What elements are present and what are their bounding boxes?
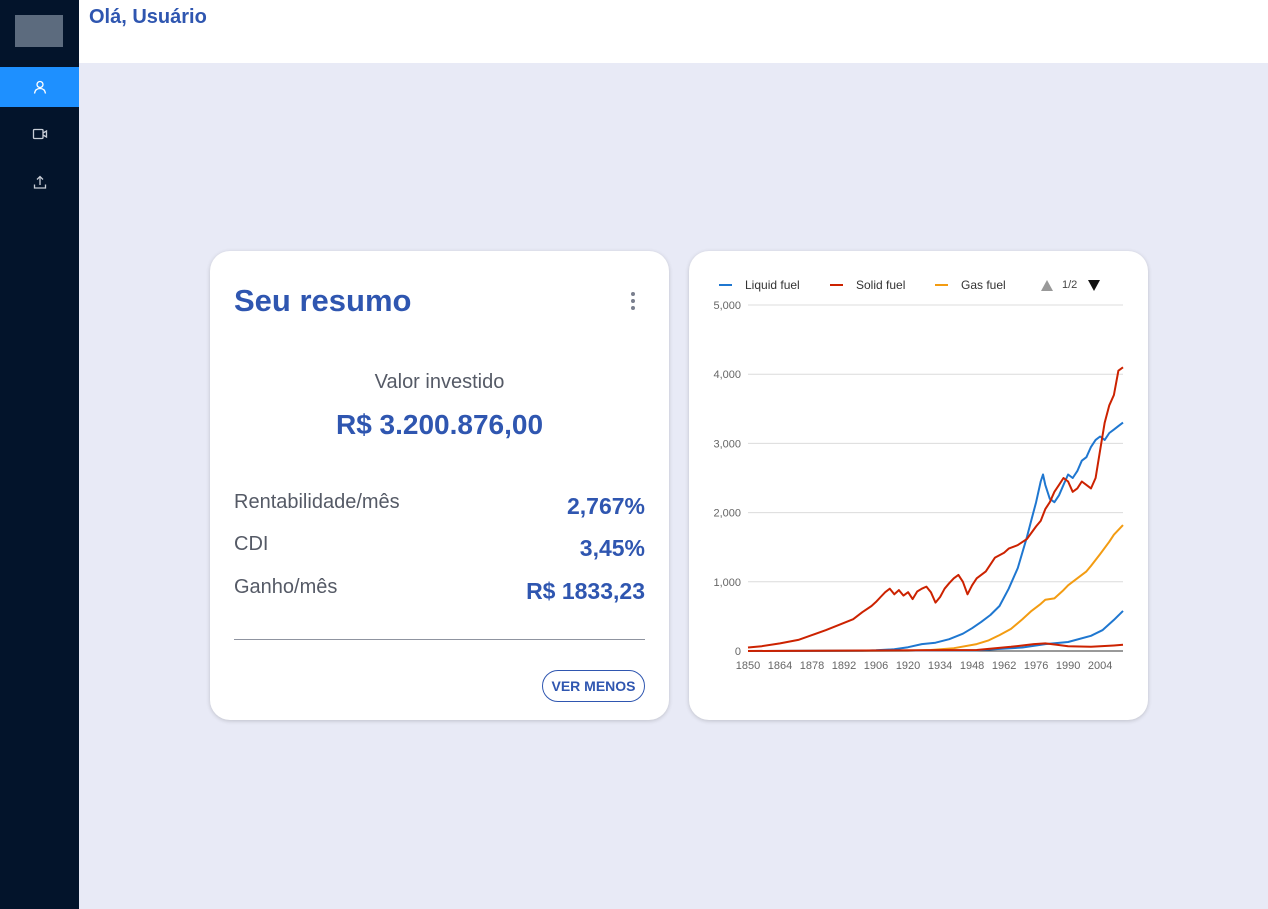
logo — [15, 15, 63, 47]
x-tick-label: 1878 — [800, 660, 824, 672]
invested-label: Valor investido — [374, 371, 505, 393]
series-line-solid-fuel — [747, 366, 1124, 649]
summary-card: Seu resumo Valor investido R$ 3.200.876,… — [210, 251, 669, 720]
x-tick-label: 1906 — [864, 660, 888, 672]
stat-row-cdi: CDI 3,45% — [234, 533, 645, 563]
x-tick-label: 1990 — [1056, 660, 1080, 672]
ver-menos-button[interactable]: VER MENOS — [542, 670, 645, 702]
legend-next-arrow-icon — [1088, 280, 1100, 291]
sidebar-item-profile[interactable] — [0, 67, 79, 107]
stat-label: CDI — [234, 533, 269, 555]
user-icon — [33, 80, 46, 94]
y-tick-label: 2,000 — [713, 508, 741, 520]
legend-label-gas-fuel: Gas fuel — [961, 278, 1006, 292]
stat-row-rentabilidade: Rentabilidade/mês 2,767% — [234, 491, 645, 521]
x-tick-label: 1892 — [832, 660, 856, 672]
stat-value: R$ 1833,23 — [526, 578, 645, 604]
line-chart: 0 1,000 2,000 3,000 4,000 5,000 1850 1864 1878 18… — [713, 278, 1124, 672]
invested-value: R$ 3.200.876,00 — [335, 409, 544, 440]
x-tick-label: 1948 — [960, 660, 984, 672]
more-vertical-icon — [631, 292, 635, 296]
sidebar — [0, 0, 79, 909]
y-tick-label: 0 — [735, 646, 741, 658]
x-tick-label: 1920 — [896, 660, 920, 672]
sidebar-item-upload[interactable] — [0, 162, 79, 202]
legend-prev-arrow-icon — [1041, 280, 1053, 291]
top-bar: Olá, Usuário — [79, 0, 1268, 63]
stat-label: Ganho/mês — [234, 576, 338, 598]
x-tick-label: 1934 — [928, 660, 952, 672]
series-line-liquid-fuel — [747, 421, 1124, 652]
x-tick-label: 1864 — [768, 660, 792, 672]
legend-label-liquid-fuel: Liquid fuel — [745, 278, 800, 292]
x-tick-label: 2004 — [1088, 660, 1112, 672]
stat-value: 2,767% — [566, 493, 645, 519]
legend-label-solid-fuel: Solid fuel — [856, 278, 905, 292]
more-options-button[interactable] — [622, 289, 644, 313]
chart-card: 0 1,000 2,000 3,000 4,000 5,000 1850 1864 1878 18… — [689, 251, 1148, 720]
stat-row-ganho: Ganho/mês R$ 1833,23 — [234, 576, 645, 606]
legend-page-label: 1/2 — [1062, 279, 1077, 291]
x-tick-label: 1962 — [992, 660, 1016, 672]
series-line-unlabeled — [747, 610, 1124, 652]
stat-value: 3,45% — [579, 535, 645, 561]
sidebar-item-videos[interactable] — [0, 114, 79, 154]
x-tick-label: 1976 — [1024, 660, 1048, 672]
series-line-gas-fuel — [747, 524, 1124, 652]
y-tick-label: 1,000 — [713, 577, 741, 589]
x-tick-label: 1850 — [736, 660, 760, 672]
upload-icon — [33, 175, 46, 189]
summary-title: Seu resumo — [234, 283, 412, 318]
y-tick-label: 4,000 — [713, 369, 741, 381]
divider — [234, 639, 645, 640]
y-tick-label: 3,000 — [713, 438, 741, 450]
greeting: Olá, Usuário — [89, 6, 207, 28]
series-line-unlabeled — [747, 642, 1124, 652]
stat-label: Rentabilidade/mês — [234, 491, 400, 513]
y-tick-label: 5,000 — [713, 300, 741, 312]
video-icon — [32, 128, 47, 140]
